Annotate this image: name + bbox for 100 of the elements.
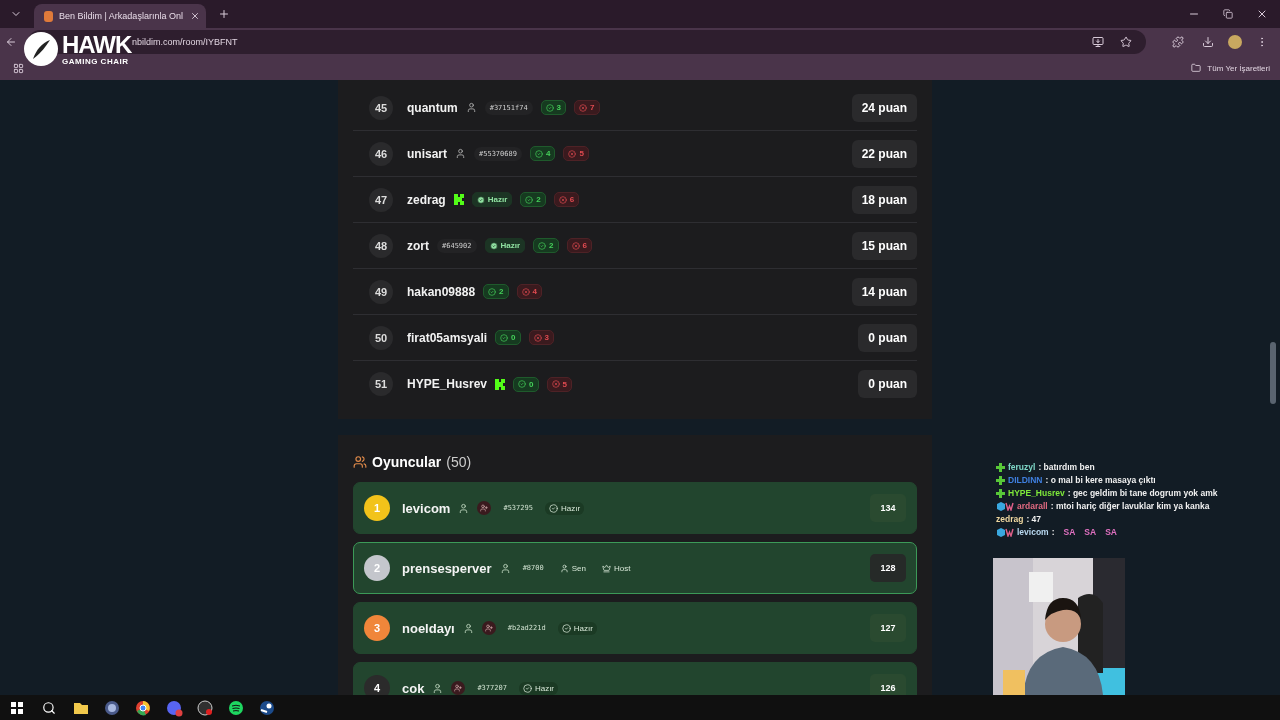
bookmark-star-icon[interactable]	[1120, 36, 1132, 48]
score-label: 24 puan	[851, 93, 917, 122]
download-icon[interactable]	[1202, 36, 1214, 48]
score-label: 128	[870, 554, 906, 582]
chat-username: feruzyl	[1008, 462, 1036, 472]
apps-icon[interactable]	[12, 62, 24, 74]
chat-emote: SA	[1105, 527, 1117, 537]
scrollbar-thumb[interactable]	[1270, 342, 1276, 404]
plus-badge-icon	[996, 462, 1005, 472]
wrong-count: 4	[516, 284, 542, 299]
player-name: zort	[407, 238, 429, 253]
badges-icon	[996, 501, 1014, 511]
chat-emote: SA	[1084, 527, 1097, 537]
user-icon	[432, 682, 444, 694]
check-circle-icon	[525, 195, 534, 204]
check-circle-icon	[534, 149, 543, 158]
browser-tab[interactable]: Ben Bildim | Arkadaşlarınla Onl	[34, 4, 206, 28]
player-name: cok	[402, 680, 425, 695]
wrong-count: 3	[528, 330, 554, 345]
wrong-count: 6	[553, 192, 580, 207]
user-icon	[499, 562, 511, 574]
chat-message: :	[1051, 527, 1055, 537]
extensions-icon[interactable]	[1172, 36, 1184, 48]
correct-count: 2	[520, 192, 546, 207]
score-label: 0 puan	[858, 370, 917, 398]
check-circle-icon	[545, 103, 554, 112]
rank-number: 46	[369, 141, 393, 166]
check-circle-icon	[500, 333, 509, 342]
chat-message: : batırdım ben	[1038, 462, 1095, 472]
new-tab-button[interactable]	[218, 8, 230, 20]
add-friend-button[interactable]	[451, 681, 466, 695]
score-label: 0 puan	[858, 323, 917, 352]
close-tab-icon[interactable]	[190, 11, 200, 21]
app-icon[interactable]	[103, 698, 121, 717]
chat-message: : mtoi hariç diğer lavuklar kim ya kanka	[1050, 501, 1210, 511]
recorder-icon[interactable]	[196, 698, 214, 717]
players-title: Oyuncular	[372, 454, 442, 470]
x-circle-icon	[521, 287, 530, 296]
profile-avatar[interactable]	[1228, 35, 1242, 49]
user-icon	[559, 563, 569, 573]
player-name: HYPE_Husrev	[407, 377, 488, 391]
user-icon	[465, 102, 477, 113]
check-circle-icon	[538, 241, 547, 250]
chat-message: : o mal bi kere masaya çıktı	[1045, 475, 1156, 485]
you-label: Sen	[555, 561, 590, 575]
check-circle-icon	[518, 380, 527, 388]
all-bookmarks-link[interactable]: Tüm Yer İşaretleri	[1207, 63, 1270, 73]
browser-icon[interactable]	[134, 698, 152, 717]
logo-icon	[495, 378, 506, 390]
game-store-icon[interactable]	[258, 698, 276, 717]
check-circle-icon	[522, 683, 532, 693]
check-circle-icon	[548, 503, 558, 513]
check-circle-icon	[561, 623, 571, 633]
ready-badge: Hazır	[471, 192, 513, 207]
logo-name: HAWK	[62, 32, 132, 57]
check-circle-icon	[488, 287, 497, 296]
add-friend-button[interactable]	[477, 501, 492, 515]
correct-count: 2	[483, 284, 509, 299]
user-icon	[458, 502, 470, 514]
rank-medal: 2	[364, 555, 390, 581]
badges-icon	[996, 527, 1014, 537]
host-label: Host	[597, 561, 635, 575]
close-button[interactable]	[1256, 8, 1268, 20]
music-app-icon[interactable]	[227, 698, 245, 717]
back-button[interactable]	[5, 36, 17, 48]
player-name: zedrag	[407, 192, 446, 207]
player-name: hakan09888	[407, 284, 476, 299]
plus-badge-icon	[996, 488, 1005, 498]
players-count: (50)	[446, 454, 472, 470]
user-plus-icon	[454, 684, 463, 692]
score-label: 14 puan	[851, 277, 917, 306]
rank-number: 50	[369, 325, 393, 350]
rank-medal: 1	[364, 495, 390, 521]
folder-icon[interactable]	[1191, 63, 1202, 73]
chat-message: : 47	[1026, 514, 1042, 524]
logo-tagline: GAMING CHAIR	[62, 56, 130, 66]
score-label: 22 puan	[851, 139, 917, 168]
ready-badge: Hazır	[544, 501, 585, 515]
crown-icon	[601, 563, 611, 573]
search-icon[interactable]	[42, 700, 56, 715]
add-friend-button[interactable]	[481, 621, 496, 635]
x-circle-icon	[579, 103, 588, 112]
restore-button[interactable]	[1223, 9, 1233, 19]
rank-medal: 4	[364, 675, 390, 695]
chat-username: zedrag	[996, 514, 1024, 524]
correct-count: 4	[529, 146, 556, 161]
chat-app-icon[interactable]	[165, 698, 183, 717]
install-icon[interactable]	[1092, 36, 1104, 48]
player-name: noeldayı	[402, 620, 455, 636]
wrong-count: 6	[566, 238, 592, 253]
x-circle-icon	[533, 333, 542, 342]
rank-number: 45	[369, 95, 393, 120]
tab-title: Ben Bildim | Arkadaşlarınla Onl	[59, 11, 184, 21]
check-circle-icon	[489, 241, 498, 250]
plus-badge-icon	[996, 475, 1005, 485]
player-name: levicom	[402, 500, 451, 516]
wrong-count: 5	[546, 376, 572, 392]
url-text: nbildim.com/room/IYBFNT	[132, 37, 239, 47]
users-icon	[353, 455, 367, 469]
ready-badge: Hazır	[484, 238, 526, 253]
